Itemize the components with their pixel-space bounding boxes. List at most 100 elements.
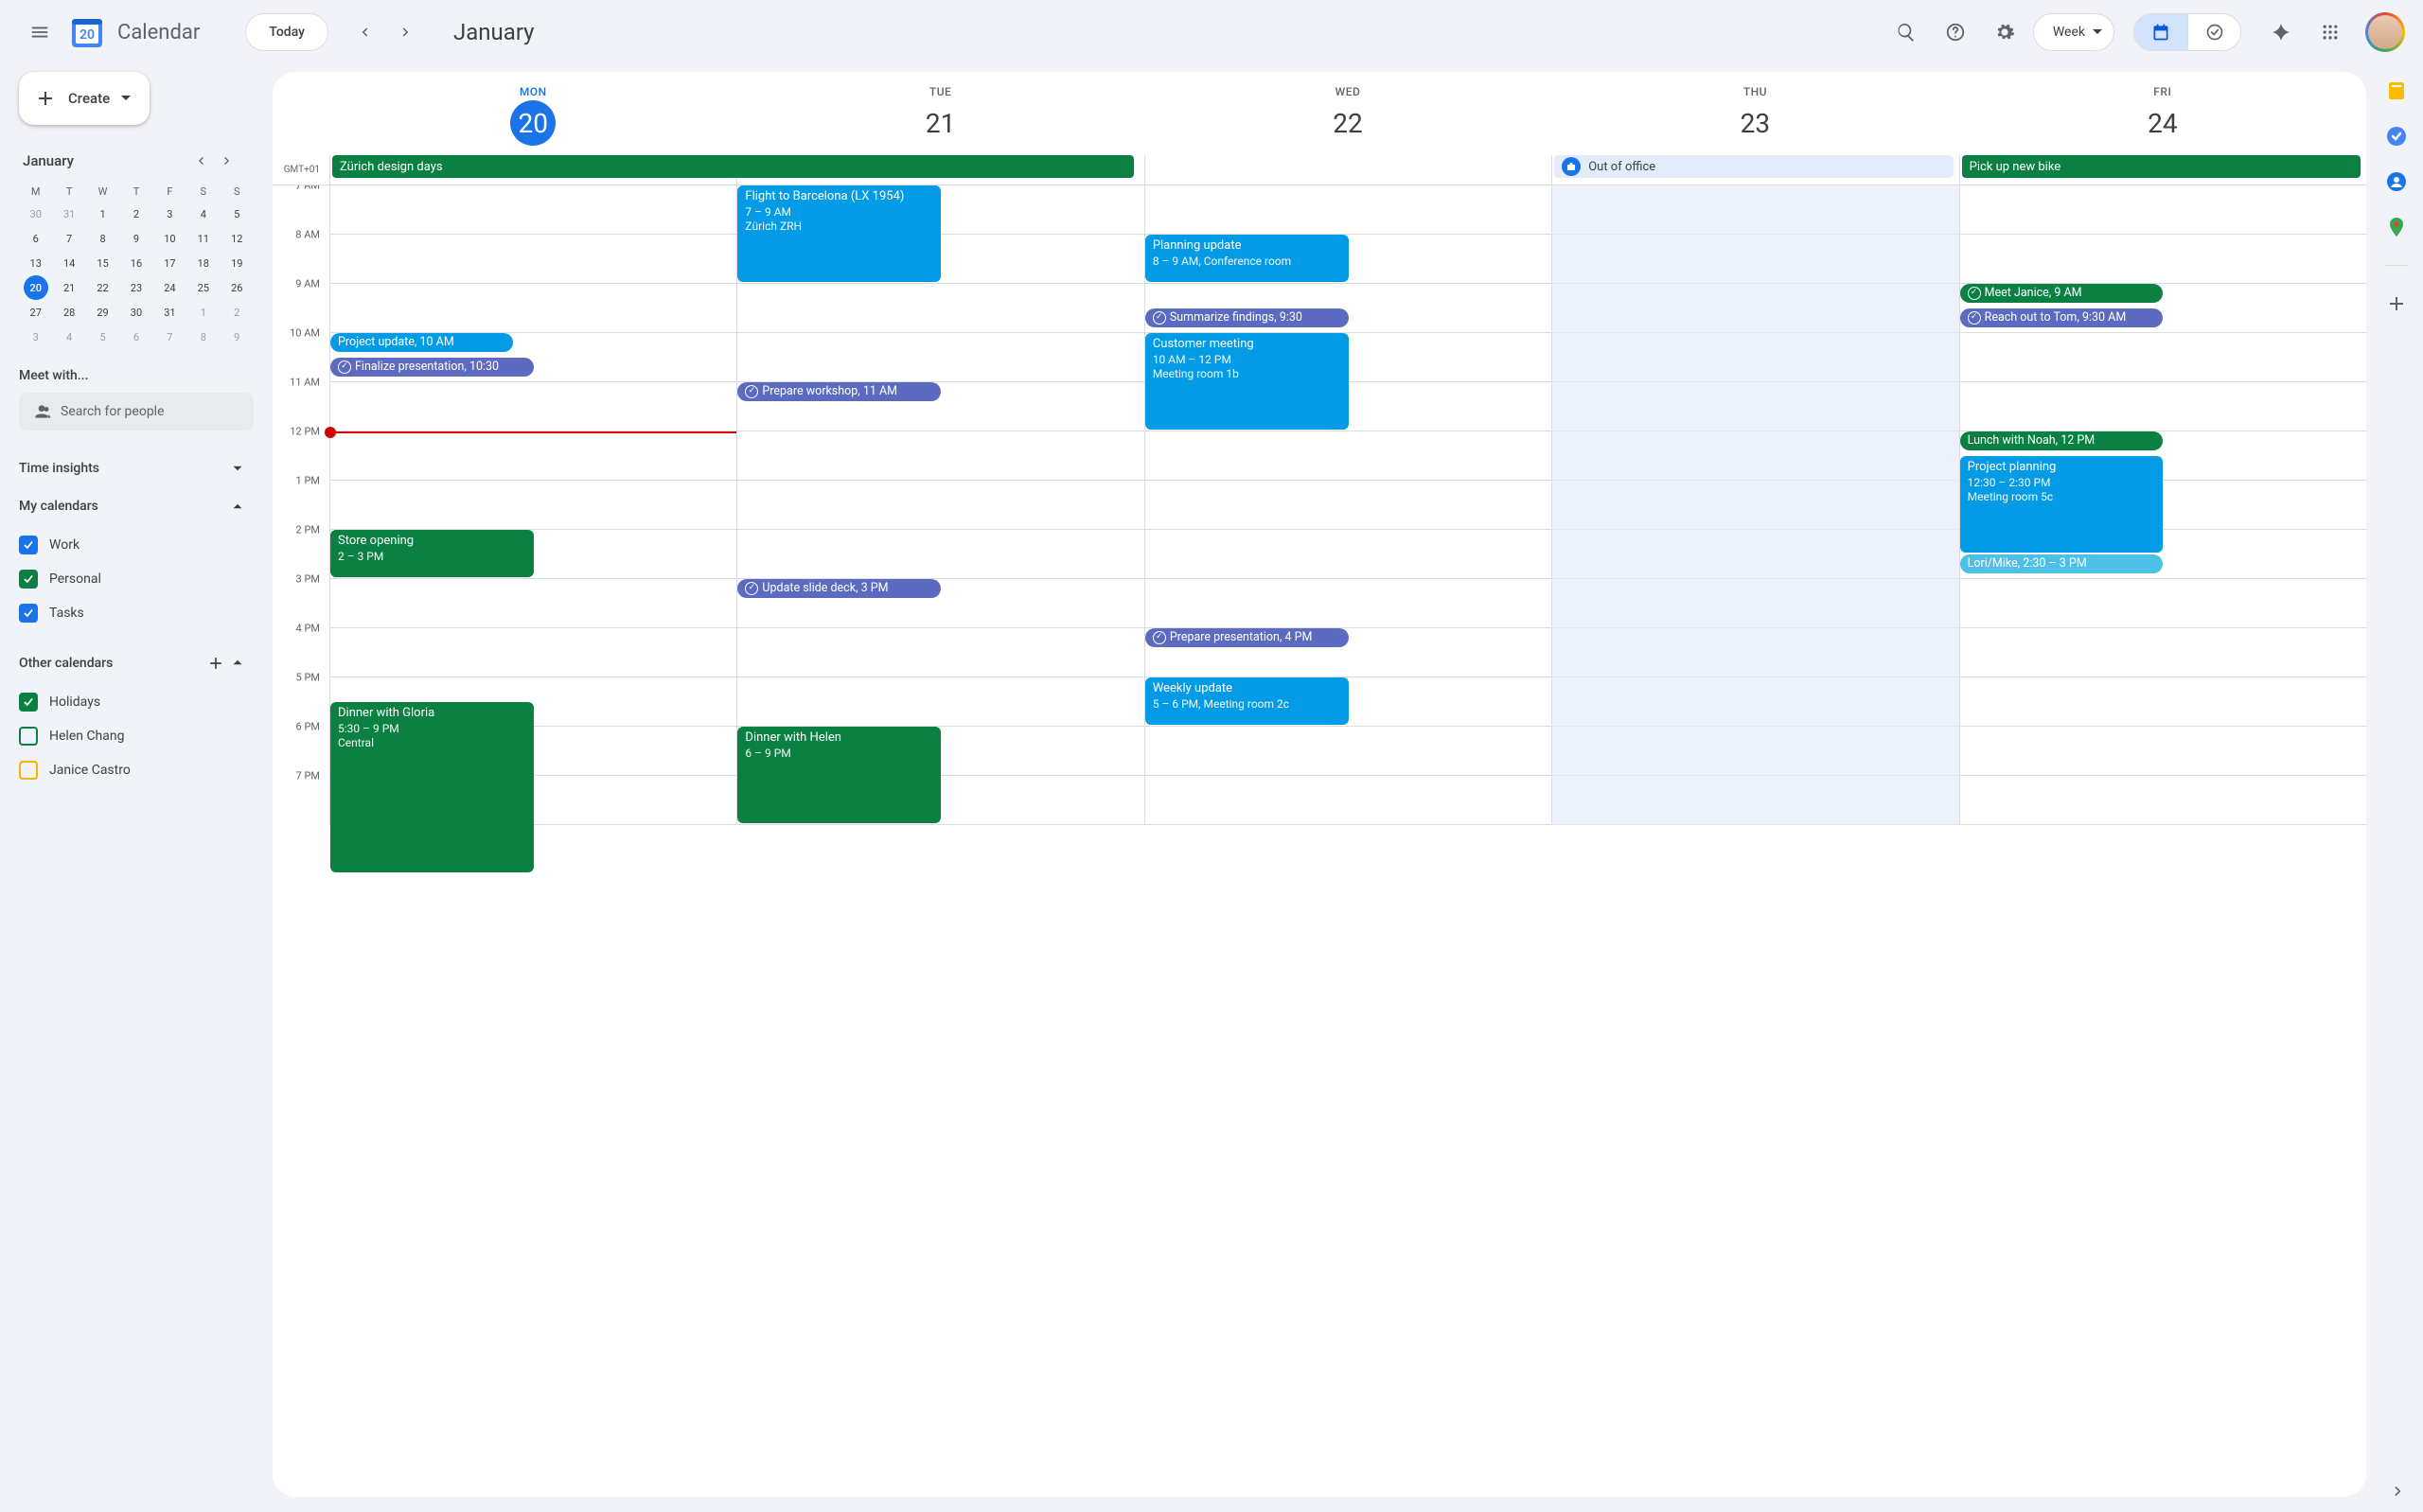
day-column[interactable]: Flight to Barcelona (LX 1954)7 – 9 AMZür… bbox=[736, 185, 1143, 825]
mini-next-button[interactable] bbox=[220, 148, 246, 174]
mini-day[interactable]: 4 bbox=[52, 325, 85, 349]
event[interactable]: Prepare presentation, 4 PM bbox=[1145, 628, 1349, 647]
mini-day[interactable]: 6 bbox=[19, 226, 52, 251]
view-selector[interactable]: Week bbox=[2033, 13, 2114, 51]
allday-cell[interactable] bbox=[1144, 155, 1551, 185]
calendar-toggle[interactable]: Holidays bbox=[19, 686, 254, 718]
google-apps-button[interactable] bbox=[2309, 11, 2351, 53]
main-menu-button[interactable] bbox=[19, 11, 61, 53]
mini-day[interactable]: 5 bbox=[221, 202, 254, 226]
event[interactable]: Summarize findings, 9:30 bbox=[1145, 308, 1349, 327]
mini-day[interactable]: 1 bbox=[186, 300, 220, 325]
mini-day[interactable]: 9 bbox=[221, 325, 254, 349]
allday-cell[interactable]: Zürich design days bbox=[329, 155, 736, 185]
mini-day[interactable]: 13 bbox=[19, 251, 52, 275]
event[interactable]: Reach out to Tom, 9:30 AM bbox=[1960, 308, 2164, 327]
mini-day[interactable]: 20 bbox=[19, 275, 52, 300]
event[interactable]: Customer meeting10 AM – 12 PMMeeting roo… bbox=[1145, 333, 1349, 430]
search-button[interactable] bbox=[1885, 11, 1927, 53]
day-header[interactable]: TUE21 bbox=[736, 81, 1143, 155]
event[interactable]: Project update, 10 AM bbox=[330, 333, 513, 352]
mini-day[interactable]: 31 bbox=[153, 300, 186, 325]
create-button[interactable]: Create bbox=[19, 72, 150, 125]
mini-calendar[interactable]: MTWTFSS303112345678910111213141516171819… bbox=[19, 182, 254, 349]
mini-day[interactable]: 12 bbox=[221, 226, 254, 251]
keep-button[interactable] bbox=[2385, 79, 2408, 102]
mini-day[interactable]: 18 bbox=[186, 251, 220, 275]
allday-cell[interactable]: Out of office bbox=[1551, 155, 1958, 185]
day-column[interactable]: Meet Janice, 9 AM Reach out to Tom, 9:30 … bbox=[1959, 185, 2366, 825]
day-header[interactable]: MON20 bbox=[329, 81, 736, 155]
allday-event[interactable]: Pick up new bike bbox=[1962, 155, 2361, 178]
mini-day[interactable]: 30 bbox=[119, 300, 152, 325]
mini-day[interactable]: 15 bbox=[86, 251, 119, 275]
mini-day[interactable]: 14 bbox=[52, 251, 85, 275]
event[interactable]: Planning update8 – 9 AM, Conference room bbox=[1145, 235, 1349, 282]
event[interactable]: Lori/Mike, 2:30 – 3 PM bbox=[1960, 554, 2164, 573]
calendar-toggle[interactable]: Helen Chang bbox=[19, 720, 254, 752]
tasks-button[interactable] bbox=[2385, 125, 2408, 148]
mini-day[interactable]: 26 bbox=[221, 275, 254, 300]
next-period-button[interactable] bbox=[385, 11, 427, 53]
mini-day[interactable]: 1 bbox=[86, 202, 119, 226]
event[interactable]: Dinner with Helen6 – 9 PM bbox=[737, 727, 941, 823]
mini-day[interactable]: 19 bbox=[221, 251, 254, 275]
mini-day[interactable]: 30 bbox=[19, 202, 52, 226]
my-calendars-expander[interactable]: My calendars bbox=[19, 487, 254, 525]
event[interactable]: Lunch with Noah, 12 PM bbox=[1960, 431, 2164, 450]
day-column[interactable] bbox=[1551, 185, 1958, 825]
mini-day[interactable]: 3 bbox=[19, 325, 52, 349]
other-calendars-expander[interactable]: Other calendars bbox=[19, 644, 254, 682]
contacts-button[interactable] bbox=[2385, 170, 2408, 193]
day-header[interactable]: WED22 bbox=[1144, 81, 1551, 155]
mini-day[interactable]: 24 bbox=[153, 275, 186, 300]
today-button[interactable]: Today bbox=[245, 13, 328, 51]
mini-day[interactable]: 10 bbox=[153, 226, 186, 251]
calendar-toggle[interactable]: Tasks bbox=[19, 597, 254, 629]
mini-day[interactable]: 3 bbox=[153, 202, 186, 226]
event[interactable]: Store opening2 – 3 PM bbox=[330, 530, 534, 577]
get-addons-button[interactable] bbox=[2385, 292, 2408, 315]
event[interactable]: Dinner with Gloria5:30 – 9 PMCentral bbox=[330, 702, 534, 872]
mini-day[interactable]: 7 bbox=[153, 325, 186, 349]
event[interactable]: Update slide deck, 3 PM bbox=[737, 579, 941, 598]
mini-day[interactable]: 25 bbox=[186, 275, 220, 300]
mini-day[interactable]: 8 bbox=[186, 325, 220, 349]
time-insights-expander[interactable]: Time insights bbox=[19, 449, 254, 487]
maps-button[interactable] bbox=[2385, 216, 2408, 238]
calendar-toggle[interactable]: Work bbox=[19, 529, 254, 561]
mini-day[interactable]: 5 bbox=[86, 325, 119, 349]
settings-button[interactable] bbox=[1984, 11, 2025, 53]
search-people-input[interactable]: Search for people bbox=[19, 393, 254, 431]
event[interactable]: Prepare workshop, 11 AM bbox=[737, 382, 941, 401]
calendar-mode-button[interactable] bbox=[2134, 14, 2187, 50]
mini-day[interactable]: 28 bbox=[52, 300, 85, 325]
event[interactable]: Meet Janice, 9 AM bbox=[1960, 284, 2164, 303]
mini-day[interactable]: 11 bbox=[186, 226, 220, 251]
gemini-button[interactable] bbox=[2260, 11, 2302, 53]
day-column[interactable]: Planning update8 – 9 AM, Conference room… bbox=[1144, 185, 1551, 825]
mini-day[interactable]: 8 bbox=[86, 226, 119, 251]
day-column[interactable]: Project update, 10 AMFinalize presentati… bbox=[329, 185, 736, 825]
mini-day[interactable]: 2 bbox=[221, 300, 254, 325]
tasks-mode-button[interactable] bbox=[2187, 14, 2240, 50]
mini-day[interactable]: 7 bbox=[52, 226, 85, 251]
allday-event[interactable]: Zürich design days bbox=[332, 155, 1134, 178]
allday-cell[interactable]: Pick up new bike bbox=[1959, 155, 2366, 185]
mini-day[interactable]: 21 bbox=[52, 275, 85, 300]
mini-day[interactable]: 29 bbox=[86, 300, 119, 325]
plus-icon[interactable] bbox=[206, 654, 225, 673]
mini-day[interactable]: 31 bbox=[52, 202, 85, 226]
mini-day[interactable]: 4 bbox=[186, 202, 220, 226]
event[interactable]: Flight to Barcelona (LX 1954)7 – 9 AMZür… bbox=[737, 185, 941, 282]
calendar-toggle[interactable]: Janice Castro bbox=[19, 754, 254, 786]
mini-day[interactable]: 22 bbox=[86, 275, 119, 300]
support-button[interactable] bbox=[1935, 11, 1976, 53]
mini-prev-button[interactable] bbox=[193, 148, 220, 174]
calendar-toggle[interactable]: Personal bbox=[19, 563, 254, 595]
event[interactable]: Weekly update5 – 6 PM, Meeting room 2c bbox=[1145, 677, 1349, 725]
hide-side-panel-button[interactable] bbox=[2389, 1482, 2408, 1501]
event[interactable]: Project planning12:30 – 2:30 PMMeeting r… bbox=[1960, 456, 2164, 553]
mini-day[interactable]: 17 bbox=[153, 251, 186, 275]
mini-day[interactable]: 6 bbox=[119, 325, 152, 349]
